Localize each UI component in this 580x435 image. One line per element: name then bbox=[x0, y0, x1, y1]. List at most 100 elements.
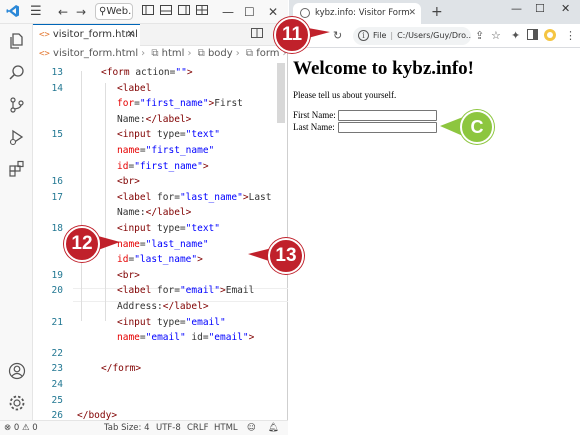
callout-c: C bbox=[460, 110, 494, 144]
feedback-icon[interactable]: ☺ bbox=[247, 421, 256, 435]
code-line[interactable]: for="first_name">First bbox=[117, 98, 243, 109]
profile-avatar[interactable] bbox=[543, 28, 557, 46]
browser-toolbar: ↻ i File | C:/Users/Guy/Dro... ⇪ ☆ ✦ ⋮ bbox=[289, 24, 580, 48]
tab-label: visitor_form.html bbox=[52, 29, 138, 40]
callout-13: 13 bbox=[268, 238, 304, 274]
breadcrumb-body[interactable]: body bbox=[208, 48, 233, 59]
close-window-icon[interactable]: ✕ bbox=[561, 2, 570, 15]
vscode-logo-icon bbox=[6, 4, 20, 22]
close-window-icon[interactable]: ✕ bbox=[268, 4, 278, 20]
toggle-sidebar-icon[interactable] bbox=[142, 4, 154, 20]
new-tab-icon[interactable]: + bbox=[431, 3, 443, 21]
maximize-icon[interactable]: ☐ bbox=[535, 2, 545, 15]
toggle-secondary-sidebar-icon[interactable] bbox=[178, 4, 190, 20]
code-line[interactable]: name="email" id="email"> bbox=[117, 332, 254, 343]
minimize-icon[interactable]: — bbox=[222, 4, 234, 20]
breadcrumb-form[interactable]: form bbox=[256, 48, 279, 59]
code-line[interactable]: <label bbox=[117, 83, 151, 94]
toggle-panel-icon[interactable] bbox=[160, 4, 172, 20]
tab-size-status[interactable]: Tab Size: 4 bbox=[104, 421, 150, 435]
first-name-label: First Name: bbox=[293, 110, 336, 120]
first-name-input[interactable] bbox=[338, 110, 437, 121]
code-line[interactable]: Name:</label> bbox=[117, 114, 191, 125]
code-line[interactable]: id="last_name"> bbox=[117, 254, 203, 265]
browser-menu-icon[interactable]: ⋮ bbox=[565, 29, 576, 43]
maximize-icon[interactable]: ☐ bbox=[244, 4, 255, 20]
code-line[interactable]: <input type="text" bbox=[117, 223, 220, 234]
editor-scrollbar[interactable] bbox=[277, 63, 285, 123]
chevron-right-icon: › bbox=[141, 48, 146, 59]
code-line[interactable]: name="first_name" bbox=[117, 145, 214, 156]
code-line[interactable]: <form action=""> bbox=[101, 67, 193, 78]
code-line[interactable]: Address:</label> bbox=[117, 301, 209, 312]
intro-text: Please tell us about yourself. bbox=[293, 90, 397, 100]
language-status[interactable]: HTML bbox=[214, 421, 238, 435]
code-line[interactable]: <label for="last_name">Last bbox=[117, 192, 271, 203]
code-line[interactable]: <input type="email" bbox=[117, 317, 226, 328]
last-name-input[interactable] bbox=[338, 122, 437, 133]
code-line[interactable]: Name:</label> bbox=[117, 207, 191, 218]
page-title: Welcome to kybz.info! bbox=[293, 58, 475, 79]
web-page: Welcome to kybz.info! Please tell us abo… bbox=[289, 48, 580, 435]
source-control-icon[interactable] bbox=[8, 96, 26, 114]
breadcrumb-file[interactable]: visitor_form.html bbox=[53, 48, 138, 59]
line-number: 25 bbox=[51, 394, 63, 406]
address-scheme-label: File bbox=[373, 31, 387, 40]
code-line[interactable]: <label for="email">Email bbox=[117, 285, 254, 296]
code-line[interactable]: name="last_name" bbox=[117, 239, 209, 250]
explorer-icon[interactable] bbox=[8, 32, 26, 50]
menu-icon[interactable]: ☰ bbox=[30, 4, 42, 20]
browser-tab-title: kybz.info: Visitor Form bbox=[315, 8, 410, 18]
side-panel-icon[interactable] bbox=[527, 29, 538, 44]
code-line[interactable]: <br> bbox=[117, 270, 140, 281]
layout-icon[interactable] bbox=[196, 4, 208, 20]
search-text: Web... bbox=[106, 6, 132, 17]
reload-icon[interactable]: ↻ bbox=[333, 29, 342, 43]
settings-gear-icon[interactable] bbox=[8, 394, 26, 412]
command-center-search[interactable]: ⚲Web... bbox=[95, 3, 133, 20]
extensions-icon[interactable] bbox=[8, 160, 26, 178]
info-icon: i bbox=[358, 30, 369, 41]
line-number: 19 bbox=[51, 269, 63, 281]
code-line[interactable]: id="first_name"> bbox=[117, 161, 209, 172]
line-number: 23 bbox=[51, 363, 63, 375]
line-number: 15 bbox=[51, 129, 63, 141]
callout-11: 11 bbox=[274, 17, 310, 53]
notifications-bell-icon[interactable]: 🔔︎ bbox=[268, 421, 279, 435]
line-number: 20 bbox=[51, 285, 63, 297]
split-editor-icon[interactable] bbox=[251, 27, 263, 42]
address-text: C:/Users/Guy/Dro... bbox=[397, 31, 471, 40]
tab-visitor-form[interactable]: <> visitor_form.html ✕ bbox=[33, 24, 140, 46]
bookmark-star-icon[interactable]: ☆ bbox=[491, 29, 501, 43]
back-arrow-icon[interactable]: ← bbox=[58, 4, 68, 20]
account-icon[interactable] bbox=[8, 362, 26, 380]
browser-tab-strip: kybz.info: Visitor Form ✕ + — ☐ ✕ bbox=[289, 0, 580, 24]
last-name-label: Last Name: bbox=[293, 122, 335, 132]
line-number: 14 bbox=[51, 82, 63, 94]
extensions-puzzle-icon[interactable]: ✦ bbox=[511, 29, 520, 43]
code-line[interactable]: <input type="text" bbox=[117, 129, 220, 140]
search-icon[interactable] bbox=[8, 64, 26, 82]
address-divider: | bbox=[390, 31, 394, 40]
indent-guide bbox=[105, 83, 106, 321]
code-line[interactable]: <br> bbox=[117, 176, 140, 187]
code-line[interactable]: </body> bbox=[77, 410, 117, 420]
encoding-status[interactable]: UTF-8 bbox=[156, 421, 181, 435]
eol-status[interactable]: CRLF bbox=[187, 421, 208, 435]
line-number: 17 bbox=[51, 191, 63, 203]
breadcrumb-html[interactable]: html bbox=[162, 48, 185, 59]
problems-indicator[interactable]: ⊗ 0 ⚠ 0 bbox=[4, 421, 38, 435]
address-bar[interactable]: i File | C:/Users/Guy/Dro... bbox=[353, 27, 471, 45]
forward-arrow-icon[interactable]: → bbox=[76, 4, 86, 20]
run-debug-icon[interactable] bbox=[8, 128, 26, 146]
minimize-icon[interactable]: — bbox=[511, 2, 522, 15]
close-tab-icon[interactable]: ✕ bbox=[127, 25, 135, 45]
line-number: 18 bbox=[51, 223, 63, 234]
browser-tab[interactable]: kybz.info: Visitor Form ✕ bbox=[293, 3, 421, 24]
code-line[interactable]: </form> bbox=[101, 363, 141, 374]
share-icon[interactable]: ⇪ bbox=[475, 29, 484, 43]
close-tab-icon[interactable]: ✕ bbox=[408, 3, 416, 23]
line-number: 22 bbox=[51, 347, 63, 359]
tag-icon: ⧉ bbox=[245, 48, 254, 59]
chevron-right-icon: › bbox=[235, 48, 240, 59]
